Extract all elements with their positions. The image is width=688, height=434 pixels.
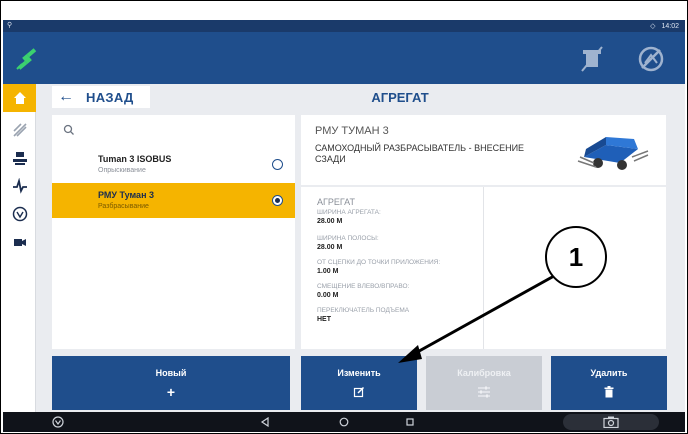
divider xyxy=(483,187,484,349)
status-bar: ⚲ ◇ 14:02 xyxy=(3,20,685,32)
trash-icon xyxy=(604,386,614,398)
property-value: 1.00 M xyxy=(317,268,339,275)
search-icon[interactable] xyxy=(62,123,76,137)
property-value: НЕТ xyxy=(317,316,331,323)
calibration-button-label: Калибровка xyxy=(457,368,511,378)
property-row: ПЕРЕКЛЮЧАТЕЛЬ ПОДЪЕМА НЕТ xyxy=(317,307,482,324)
edit-button-label: Изменить xyxy=(337,368,381,378)
location-icon: ⚲ xyxy=(7,22,13,29)
status-time: 14:02 xyxy=(661,22,679,30)
radio-button[interactable] xyxy=(272,159,283,170)
section-title: АГРЕГАТ xyxy=(317,197,355,207)
gps-satellite-icon[interactable] xyxy=(13,45,41,73)
edit-button[interactable]: Изменить xyxy=(301,356,417,410)
property-label: ШИРИНА АГРЕГАТА: xyxy=(317,209,381,216)
property-value: 28.00 M xyxy=(317,244,343,251)
list-item[interactable]: Tuman 3 ISOBUS Опрыскивание xyxy=(52,147,295,182)
sidebar-item-guidance[interactable] xyxy=(3,116,36,144)
implement-title: РМУ ТУМАН 3 xyxy=(315,125,389,137)
system-navigation-bar xyxy=(3,412,685,432)
implement-details-header: РМУ ТУМАН 3 САМОХОДНЫЙ РАЗБРАСЫВАТЕЛЬ - … xyxy=(301,115,666,185)
back-button[interactable]: ← НАЗАД xyxy=(52,86,150,108)
left-sidebar xyxy=(3,84,36,412)
list-item-name: Tuman 3 ISOBUS xyxy=(98,154,172,164)
property-row: ОТ СЦЕПКИ ДО ТОЧКИ ПРИЛОЖЕНИЯ: 1.00 M xyxy=(317,259,482,276)
screenshot-button[interactable] xyxy=(563,414,659,430)
implement-details-body: АГРЕГАТ ШИРИНА АГРЕГАТА: 28.00 M ШИРИНА … xyxy=(301,187,666,349)
plus-icon: + xyxy=(166,384,176,400)
spreader-machine-icon xyxy=(577,137,649,170)
property-row: СМЕЩЕНИЕ ВЛЕВО/ВПРАВО: 0.00 M xyxy=(317,283,482,300)
pulse-icon xyxy=(12,178,27,194)
video-camera-icon xyxy=(13,239,26,246)
signal-icon: ◇ xyxy=(650,23,656,30)
assistant-icon[interactable] xyxy=(51,416,65,428)
property-label: ПЕРЕКЛЮЧАТЕЛЬ ПОДЪЕМА xyxy=(317,307,410,314)
arrow-left-icon: ← xyxy=(58,88,74,105)
new-button-label: Новый xyxy=(155,368,187,378)
radio-button[interactable] xyxy=(272,195,283,206)
list-item-type: Опрыскивание xyxy=(98,167,146,174)
page-title: АГРЕГАТ xyxy=(371,90,429,105)
sliders-icon xyxy=(478,386,490,398)
property-value: 28.00 M xyxy=(317,218,343,225)
callout-number: 1 xyxy=(545,226,607,288)
property-value: 0.00 M xyxy=(317,292,339,299)
property-row: ШИРИНА ПОЛОСЫ: 28.00 M xyxy=(317,235,482,252)
top-bar xyxy=(3,32,685,84)
delete-button[interactable]: Удалить xyxy=(551,356,667,410)
sidebar-item-vrt[interactable] xyxy=(3,200,36,228)
vrt-icon xyxy=(12,206,27,222)
back-nav-icon[interactable] xyxy=(258,416,272,428)
screenshot-camera-icon xyxy=(603,416,619,428)
implement-list: Tuman 3 ISOBUS Опрыскивание РМУ Туман 3 … xyxy=(52,115,295,349)
back-button-label: НАЗАД xyxy=(86,89,134,105)
recent-apps-icon[interactable] xyxy=(403,416,417,428)
implement-icon xyxy=(12,152,27,165)
sidebar-item-diagnostics[interactable] xyxy=(3,172,36,200)
implement-off-icon[interactable] xyxy=(577,44,607,74)
home-nav-icon[interactable] xyxy=(337,416,351,428)
edit-icon xyxy=(353,386,365,398)
implement-description: САМОХОДНЫЙ РАЗБРАСЫВАТЕЛЬ - ВНЕСЕНИЕ СЗА… xyxy=(315,143,525,164)
property-row: ШИРИНА АГРЕГАТА: 28.00 M xyxy=(317,209,482,226)
calibration-button[interactable]: Калибровка xyxy=(426,356,542,410)
list-item-name: РМУ Туман 3 xyxy=(98,190,155,200)
sidebar-item-camera[interactable] xyxy=(3,228,36,256)
guidance-lines-icon xyxy=(12,123,27,137)
property-label: ОТ СЦЕПКИ ДО ТОЧКИ ПРИЛОЖЕНИЯ: xyxy=(317,259,441,266)
sidebar-item-home[interactable] xyxy=(3,84,36,112)
list-item-type: Разбрасывание xyxy=(98,203,149,210)
list-item[interactable]: РМУ Туман 3 Разбрасывание xyxy=(52,183,295,218)
home-icon xyxy=(13,92,26,104)
property-label: СМЕЩЕНИЕ ВЛЕВО/ВПРАВО: xyxy=(317,283,410,290)
sidebar-item-implement[interactable] xyxy=(3,144,36,172)
new-button[interactable]: Новый + xyxy=(52,356,290,410)
property-label: ШИРИНА ПОЛОСЫ: xyxy=(317,235,379,242)
section-control-off-icon[interactable] xyxy=(637,45,665,73)
delete-button-label: Удалить xyxy=(590,368,628,378)
